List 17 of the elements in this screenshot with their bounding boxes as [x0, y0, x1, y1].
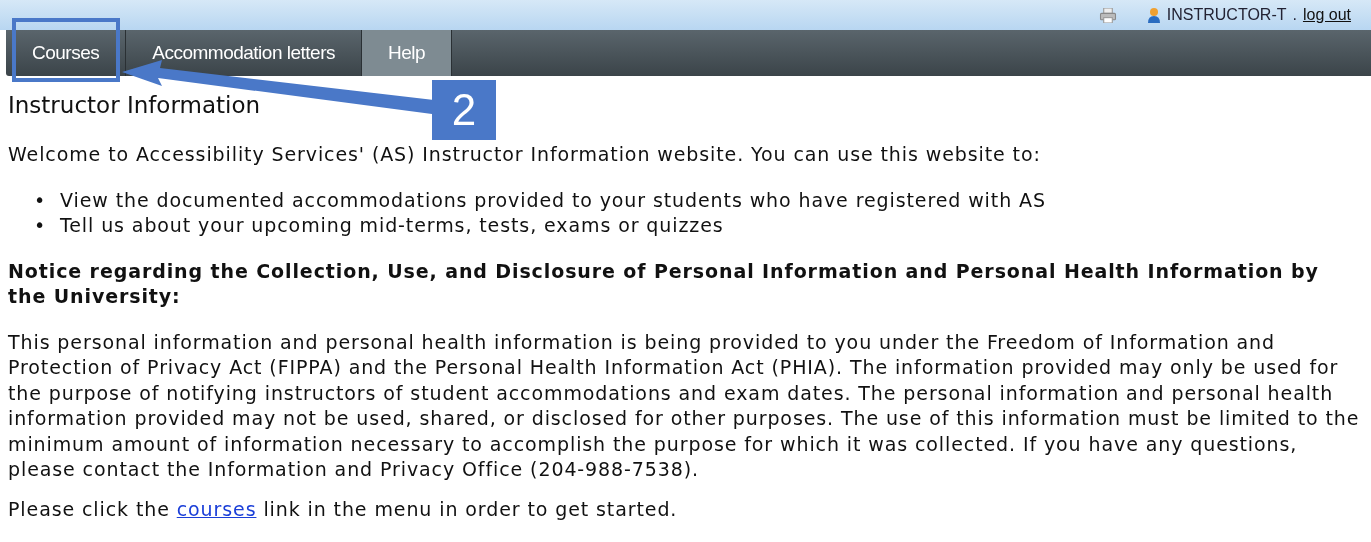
logout-link[interactable]: log out	[1302, 6, 1351, 24]
intro-text: Welcome to Accessibility Services' (AS) Instructor Information website. You can use this website to:	[8, 142, 1042, 167]
printer-icon[interactable]	[1098, 7, 1117, 23]
notice-title: Notice regarding the Collection, Use, and Disclosure of Personal Information and Personal Health Information by the University:	[8, 258, 1320, 309]
nav-tab[interactable]: Help	[362, 30, 453, 76]
courses-link[interactable]: courses	[176, 497, 257, 520]
bullet-item: Tell us about your upcoming mid-terms, tests, exams or quizzes	[60, 214, 724, 236]
page-heading: Instructor Information	[8, 91, 261, 120]
separator: .	[1292, 6, 1297, 24]
bullet-marker: •	[34, 213, 48, 238]
step-badge: 2	[432, 80, 496, 140]
bullet-item: View the documented accommodations provided to your students who have registered with AS	[60, 188, 1046, 211]
closing-text: Please click the courses link in the menu in order to get started.	[8, 496, 679, 522]
user-icon	[1146, 7, 1161, 23]
user-name: INSTRUCTOR-T	[1166, 6, 1287, 24]
notice-text: This personal information and personal health information is being provided to you under the Freedom of Information and Protection of Privacy Act (FIPPA) and the Personal Health Information Act (PHIA). The information provided may only be used for the purpose of notifying instructors of student accommodations and exam dates. The personal information and personal health information provided may not be used, shared, or disclosed for other purposes. The use of this information must be limited to the minimum amount of information necessary to accomplish the purpose for which it was collected. If you have any questions, please contact the Information and Privacy Office (204-988-7538).	[8, 329, 1361, 482]
bullet-marker: •	[34, 187, 48, 213]
